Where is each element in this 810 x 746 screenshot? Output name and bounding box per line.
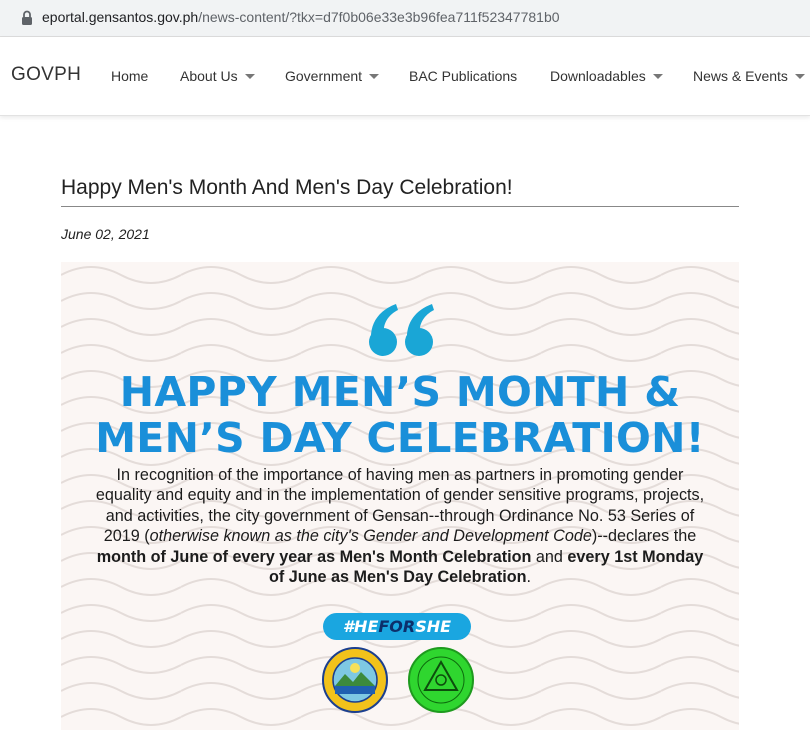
nav-label: Government: [285, 68, 363, 84]
hashtag-she: SHE: [415, 617, 452, 636]
nav-home[interactable]: Home: [111, 68, 148, 84]
body-italic: otherwise known as the city's Gender and…: [149, 527, 592, 546]
nav-government[interactable]: Government: [285, 68, 380, 84]
address-bar[interactable]: eportal.gensantos.gov.ph/news-content/?t…: [0, 0, 810, 37]
url-path: /news-content/?tkx=d7f0b06e33e3b96fea711…: [198, 9, 560, 25]
hashtag-he: #HE: [342, 617, 379, 636]
article-title: Happy Men's Month And Men's Day Celebrat…: [61, 176, 739, 207]
site-navbar: GOVPH Home About Us Government BAC Publi…: [0, 37, 810, 116]
nav-news-events[interactable]: News & Events: [693, 68, 805, 84]
hashtag-for: FOR: [378, 617, 416, 636]
body-part: and: [531, 547, 568, 566]
nav-label: About Us: [180, 68, 238, 84]
caret-down-icon: [794, 73, 805, 79]
caret-down-icon: [244, 73, 255, 79]
lock-icon: [22, 10, 32, 25]
nav-label: Downloadables: [550, 68, 646, 84]
nav-label: News & Events: [693, 68, 788, 84]
nav-downloadables[interactable]: Downloadables: [550, 68, 663, 84]
body-bold: month of June of every year as Men's Mon…: [96, 547, 532, 566]
banner-headline-line2: MEN’S DAY CELEBRATION!: [95, 414, 705, 462]
nav-about-us[interactable]: About Us: [180, 68, 255, 84]
body-part: )--declares the: [591, 527, 697, 546]
nav-label: BAC Publications: [409, 68, 518, 84]
heforshe-hashtag-badge: #HEFORSHE: [323, 613, 471, 640]
nav-bac-publications[interactable]: BAC Publications: [409, 68, 517, 84]
body-part: .: [526, 568, 532, 587]
quote-icon: [369, 304, 434, 356]
caret-down-icon: [652, 73, 663, 79]
banner-body-text: In recognition of the importance of havi…: [89, 465, 711, 587]
banner-headline-line1: HAPPY MEN’S MONTH &: [119, 368, 681, 416]
article-banner-image: HAPPY MEN’S MONTH & MEN’S DAY CELEBRATIO…: [61, 262, 739, 730]
brand-logo[interactable]: GOVPH: [11, 64, 81, 86]
article-date: June 02, 2021: [61, 226, 150, 242]
city-seal-logo: [322, 647, 388, 713]
nav-label: Home: [111, 68, 149, 84]
gad-seal-logo: [408, 647, 474, 713]
caret-down-icon: [369, 73, 380, 79]
url-host: eportal.gensantos.gov.ph: [42, 9, 199, 25]
url-text[interactable]: eportal.gensantos.gov.ph/news-content/?t…: [42, 9, 560, 25]
